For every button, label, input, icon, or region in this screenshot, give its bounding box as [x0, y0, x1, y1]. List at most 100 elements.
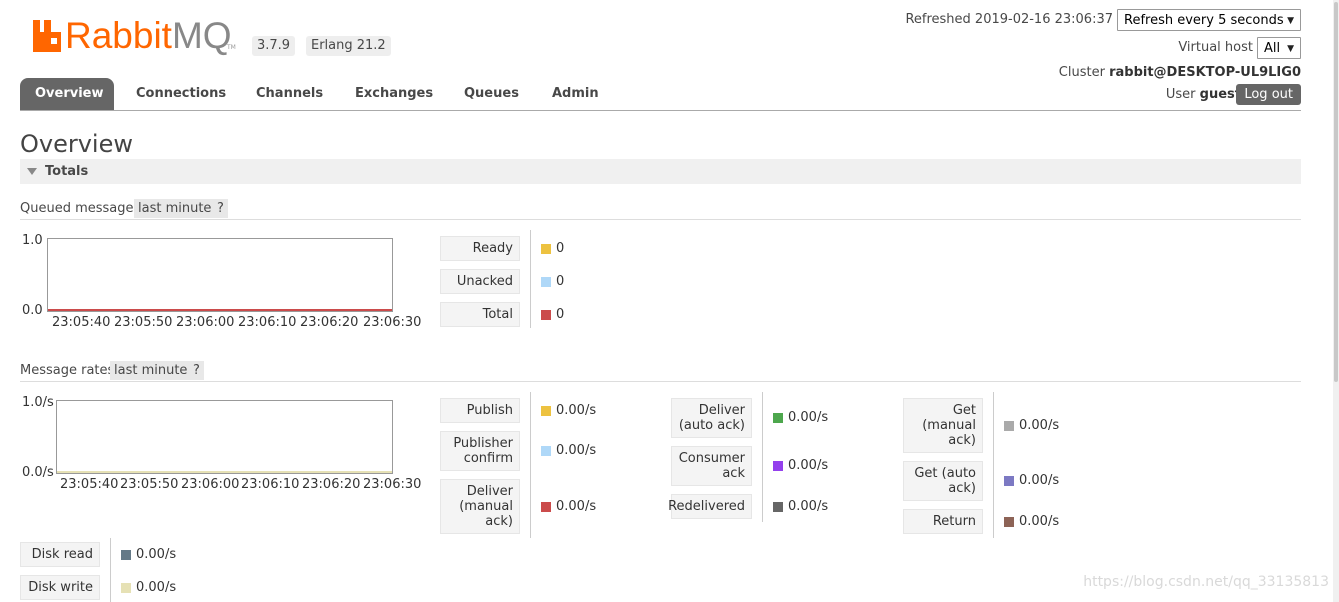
deliver-auto-ack-value: 0.00/s	[788, 410, 829, 425]
legend-swatch	[541, 277, 551, 287]
ready-value: 0	[556, 241, 565, 256]
refresh-interval-select[interactable]: Refresh every 5 seconds ▼	[1117, 9, 1301, 31]
refreshed-timestamp: Refreshed 2019-02-16 23:06:37	[905, 12, 1113, 27]
divider	[530, 392, 531, 538]
divider	[530, 230, 531, 328]
tab-connections[interactable]: Connections	[121, 78, 241, 110]
legend-swatch	[121, 583, 131, 593]
version-badge: 3.7.9	[252, 36, 296, 56]
x-tick: 23:06:10	[238, 315, 297, 330]
x-tick: 23:05:50	[120, 477, 179, 492]
divider	[762, 392, 763, 522]
x-tick: 23:05:40	[52, 315, 111, 330]
legend-swatch	[1004, 517, 1014, 527]
legend-deliver-auto-ack: Deliver (auto ack)	[671, 398, 752, 438]
page-title: Overview	[20, 130, 133, 158]
get-auto-ack-value: 0.00/s	[1019, 473, 1060, 488]
tab-channels[interactable]: Channels	[241, 78, 338, 110]
legend-swatch	[1004, 421, 1014, 431]
return-value: 0.00/s	[1019, 514, 1060, 529]
total-value: 0	[556, 307, 565, 322]
legend-total: Total	[440, 302, 520, 327]
legend-swatch	[773, 461, 783, 471]
legend-get-auto-ack: Get (auto ack)	[903, 461, 983, 501]
consumer-ack-value: 0.00/s	[788, 458, 829, 473]
section-title: Totals	[45, 164, 89, 179]
publisher-confirm-value: 0.00/s	[556, 443, 597, 458]
divider	[110, 538, 111, 602]
scrollbar-thumb[interactable]	[1334, 2, 1338, 382]
tab-exchanges[interactable]: Exchanges	[340, 78, 448, 110]
help-button-queued[interactable]: ?	[213, 199, 228, 218]
legend-swatch	[773, 413, 783, 423]
legend-swatch	[121, 550, 131, 560]
legend-swatch	[541, 502, 551, 512]
get-manual-ack-value: 0.00/s	[1019, 418, 1060, 433]
y-axis-min: 0.0	[22, 303, 43, 318]
disk-read-value: 0.00/s	[136, 547, 177, 562]
chevron-down-icon: ▼	[1287, 16, 1294, 26]
page-scrollbar[interactable]	[1333, 0, 1339, 602]
help-button-rates[interactable]: ?	[189, 361, 204, 380]
message-rates-label: Message rates	[20, 363, 115, 378]
legend-get-manual-ack: Get (manual ack)	[903, 398, 983, 453]
legend-disk-read: Disk read	[20, 542, 100, 567]
range-select-queued[interactable]: last minute	[134, 199, 216, 218]
legend-swatch	[773, 502, 783, 512]
divider	[993, 392, 994, 538]
main-nav-tabs: Overview Connections Channels Exchanges …	[20, 78, 1301, 111]
tab-overview[interactable]: Overview	[20, 78, 114, 110]
x-tick: 23:05:50	[114, 315, 173, 330]
message-rates-chart	[56, 400, 393, 474]
legend-swatch	[1004, 476, 1014, 486]
legend-deliver-manual-ack: Deliver (manual ack)	[440, 479, 520, 534]
x-tick: 23:06:20	[302, 477, 361, 492]
message-rates-header: Message rates last minute ?	[20, 361, 1301, 382]
virtual-host-select[interactable]: All ▼	[1257, 37, 1301, 59]
y-axis-max: 1.0/s	[22, 395, 54, 410]
watermark-text: https://blog.csdn.net/qq_33135813	[1083, 574, 1329, 590]
legend-unacked: Unacked	[440, 269, 520, 294]
x-tick: 23:05:40	[60, 477, 119, 492]
legend-return: Return	[903, 509, 983, 534]
deliver-manual-ack-value: 0.00/s	[556, 499, 597, 514]
logo-wordmark: RabbitMQ	[65, 15, 232, 56]
legend-swatch	[541, 310, 551, 320]
unacked-value: 0	[556, 274, 565, 289]
legend-swatch	[541, 446, 551, 456]
x-tick: 23:06:10	[241, 477, 300, 492]
disk-write-value: 0.00/s	[136, 580, 177, 595]
x-tick: 23:06:00	[181, 477, 240, 492]
range-select-rates[interactable]: last minute	[110, 361, 192, 380]
trademark-mark: TM	[227, 44, 236, 51]
collapse-triangle-icon	[27, 168, 37, 175]
legend-redelivered: Redelivered	[668, 494, 752, 519]
queued-messages-label: Queued messages	[20, 201, 141, 216]
queued-messages-chart	[47, 238, 393, 312]
y-axis-max: 1.0	[22, 233, 43, 248]
x-tick: 23:06:30	[363, 315, 422, 330]
y-axis-min: 0.0/s	[22, 465, 54, 480]
legend-consumer-ack: Consumer ack	[671, 446, 752, 486]
legend-publisher-confirm: Publisher confirm	[440, 431, 520, 471]
rabbit-logo-icon	[33, 20, 61, 52]
x-tick: 23:06:30	[363, 477, 422, 492]
redelivered-value: 0.00/s	[788, 499, 829, 514]
legend-swatch	[541, 244, 551, 254]
totals-section-header[interactable]: Totals	[20, 159, 1301, 184]
x-tick: 23:06:00	[176, 315, 235, 330]
x-tick: 23:06:20	[300, 315, 359, 330]
legend-publish: Publish	[440, 398, 520, 423]
total-series-line	[48, 309, 392, 311]
virtual-host-label: Virtual host	[1178, 40, 1253, 55]
publish-value: 0.00/s	[556, 403, 597, 418]
legend-swatch	[541, 406, 551, 416]
erlang-version-badge: Erlang 21.2	[306, 36, 391, 56]
queued-messages-header: Queued messages last minute ?	[20, 199, 1301, 220]
tab-admin[interactable]: Admin	[537, 78, 614, 110]
legend-ready: Ready	[440, 236, 520, 261]
legend-disk-write: Disk write	[20, 575, 100, 600]
chevron-down-icon: ▼	[1287, 44, 1294, 54]
disk-write-series-line	[57, 471, 392, 473]
tab-queues[interactable]: Queues	[449, 78, 534, 110]
